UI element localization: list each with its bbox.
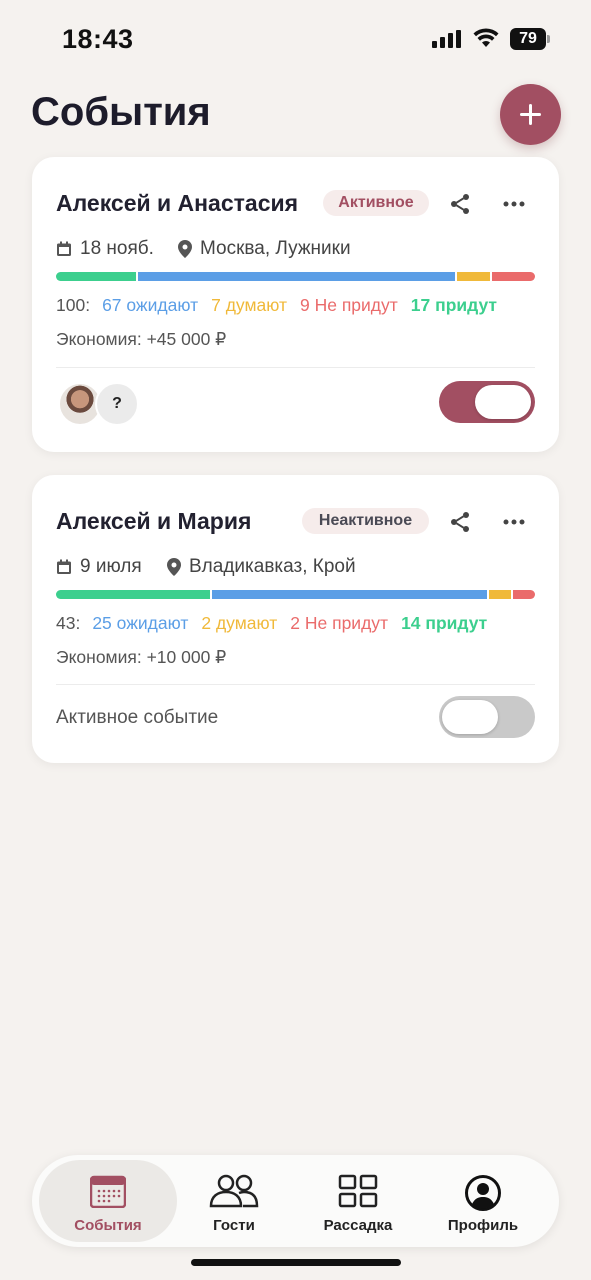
nav-item-seating[interactable]: Рассадка (293, 1160, 423, 1242)
battery-icon: 79 (510, 28, 550, 50)
stat-declined: 2 Не придут (290, 613, 389, 633)
guests-icon (209, 1174, 259, 1208)
divider (56, 684, 535, 685)
page-title: События (31, 90, 211, 134)
grid-icon (338, 1174, 378, 1208)
stat-thinking: 7 думают (211, 295, 287, 315)
rsvp-stats: 43: 25 ожидают 2 думают 2 Не придут 14 п… (56, 613, 500, 634)
unknown-avatar[interactable]: ? (95, 382, 139, 426)
event-name: Алексей и Мария (56, 508, 252, 534)
stat-waiting: 25 ожидают (92, 613, 189, 633)
profile-icon (465, 1175, 501, 1211)
location-pin-icon (178, 240, 192, 258)
nav-item-events[interactable]: События (39, 1160, 177, 1242)
nav-label: Рассадка (323, 1217, 393, 1234)
share-icon[interactable] (448, 192, 472, 216)
progress-thinking (457, 272, 491, 281)
calendar-icon (90, 1175, 126, 1208)
status-badge: Активное (323, 190, 429, 216)
stat-declined: 9 Не придут (300, 295, 398, 315)
status-time: 18:43 (62, 24, 134, 54)
more-options-icon[interactable] (502, 510, 526, 534)
battery-level: 79 (510, 28, 546, 50)
event-date: 18 нояб. (56, 237, 154, 261)
more-options-icon[interactable] (502, 192, 526, 216)
wifi-icon (473, 28, 499, 47)
nav-item-profile[interactable]: Профиль (418, 1160, 548, 1242)
calendar-icon (57, 559, 71, 574)
active-toggle[interactable] (439, 381, 535, 423)
cellular-signal-icon (432, 30, 461, 48)
event-location: Москва, Лужники (178, 237, 351, 261)
rsvp-progress-bar (56, 590, 535, 599)
stat-coming: 17 придут (410, 295, 497, 315)
location-pin-icon (167, 558, 181, 576)
calendar-icon (57, 241, 71, 256)
event-date-text: 18 нояб. (80, 238, 154, 259)
stat-coming: 14 придут (401, 613, 488, 633)
stat-waiting: 67 ожидают (102, 295, 199, 315)
rsvp-stats: 100: 67 ожидают 7 думают 9 Не придут 17 … (56, 295, 510, 316)
progress-coming (56, 272, 137, 281)
nav-label: Гости (213, 1217, 255, 1234)
active-toggle[interactable] (439, 696, 535, 738)
bottom-nav: События Гости Рассадка Профиль (32, 1155, 559, 1247)
event-name: Алексей и Анастасия (56, 190, 299, 216)
event-location-text: Москва, Лужники (200, 238, 351, 259)
progress-thinking (488, 590, 511, 599)
progress-waiting (212, 590, 487, 599)
event-date: 9 июля (56, 555, 142, 579)
nav-label: Профиль (447, 1217, 519, 1234)
divider (56, 367, 535, 368)
progress-coming (56, 590, 210, 599)
event-location-text: Владикавказ, Крой (189, 556, 356, 577)
share-icon[interactable] (448, 510, 472, 534)
rsvp-progress-bar (56, 272, 535, 281)
active-event-label: Активное событие (56, 707, 219, 728)
event-location: Владикавказ, Крой (167, 555, 356, 579)
home-indicator (191, 1259, 401, 1266)
stat-thinking: 2 думают (201, 613, 278, 633)
progress-waiting (138, 272, 456, 281)
status-bar: 18:43 79 (0, 0, 591, 80)
progress-declined (512, 590, 535, 599)
progress-declined (492, 272, 535, 281)
nav-item-guests[interactable]: Гости (169, 1160, 299, 1242)
savings-text: Экономия: +45 000 ₽ (56, 329, 227, 349)
event-card[interactable]: Алексей и Анастасия Активное 18 нояб. Мо… (32, 157, 559, 452)
add-event-button[interactable] (500, 84, 561, 145)
nav-label: События (74, 1217, 142, 1234)
event-date-text: 9 июля (80, 556, 142, 577)
savings-text: Экономия: +10 000 ₽ (56, 647, 227, 667)
guest-total: 43: (56, 613, 81, 633)
guest-total: 100: (56, 295, 91, 315)
event-card[interactable]: Алексей и Мария Неактивное 9 июля Владик… (32, 475, 559, 763)
status-badge: Неактивное (302, 508, 429, 534)
